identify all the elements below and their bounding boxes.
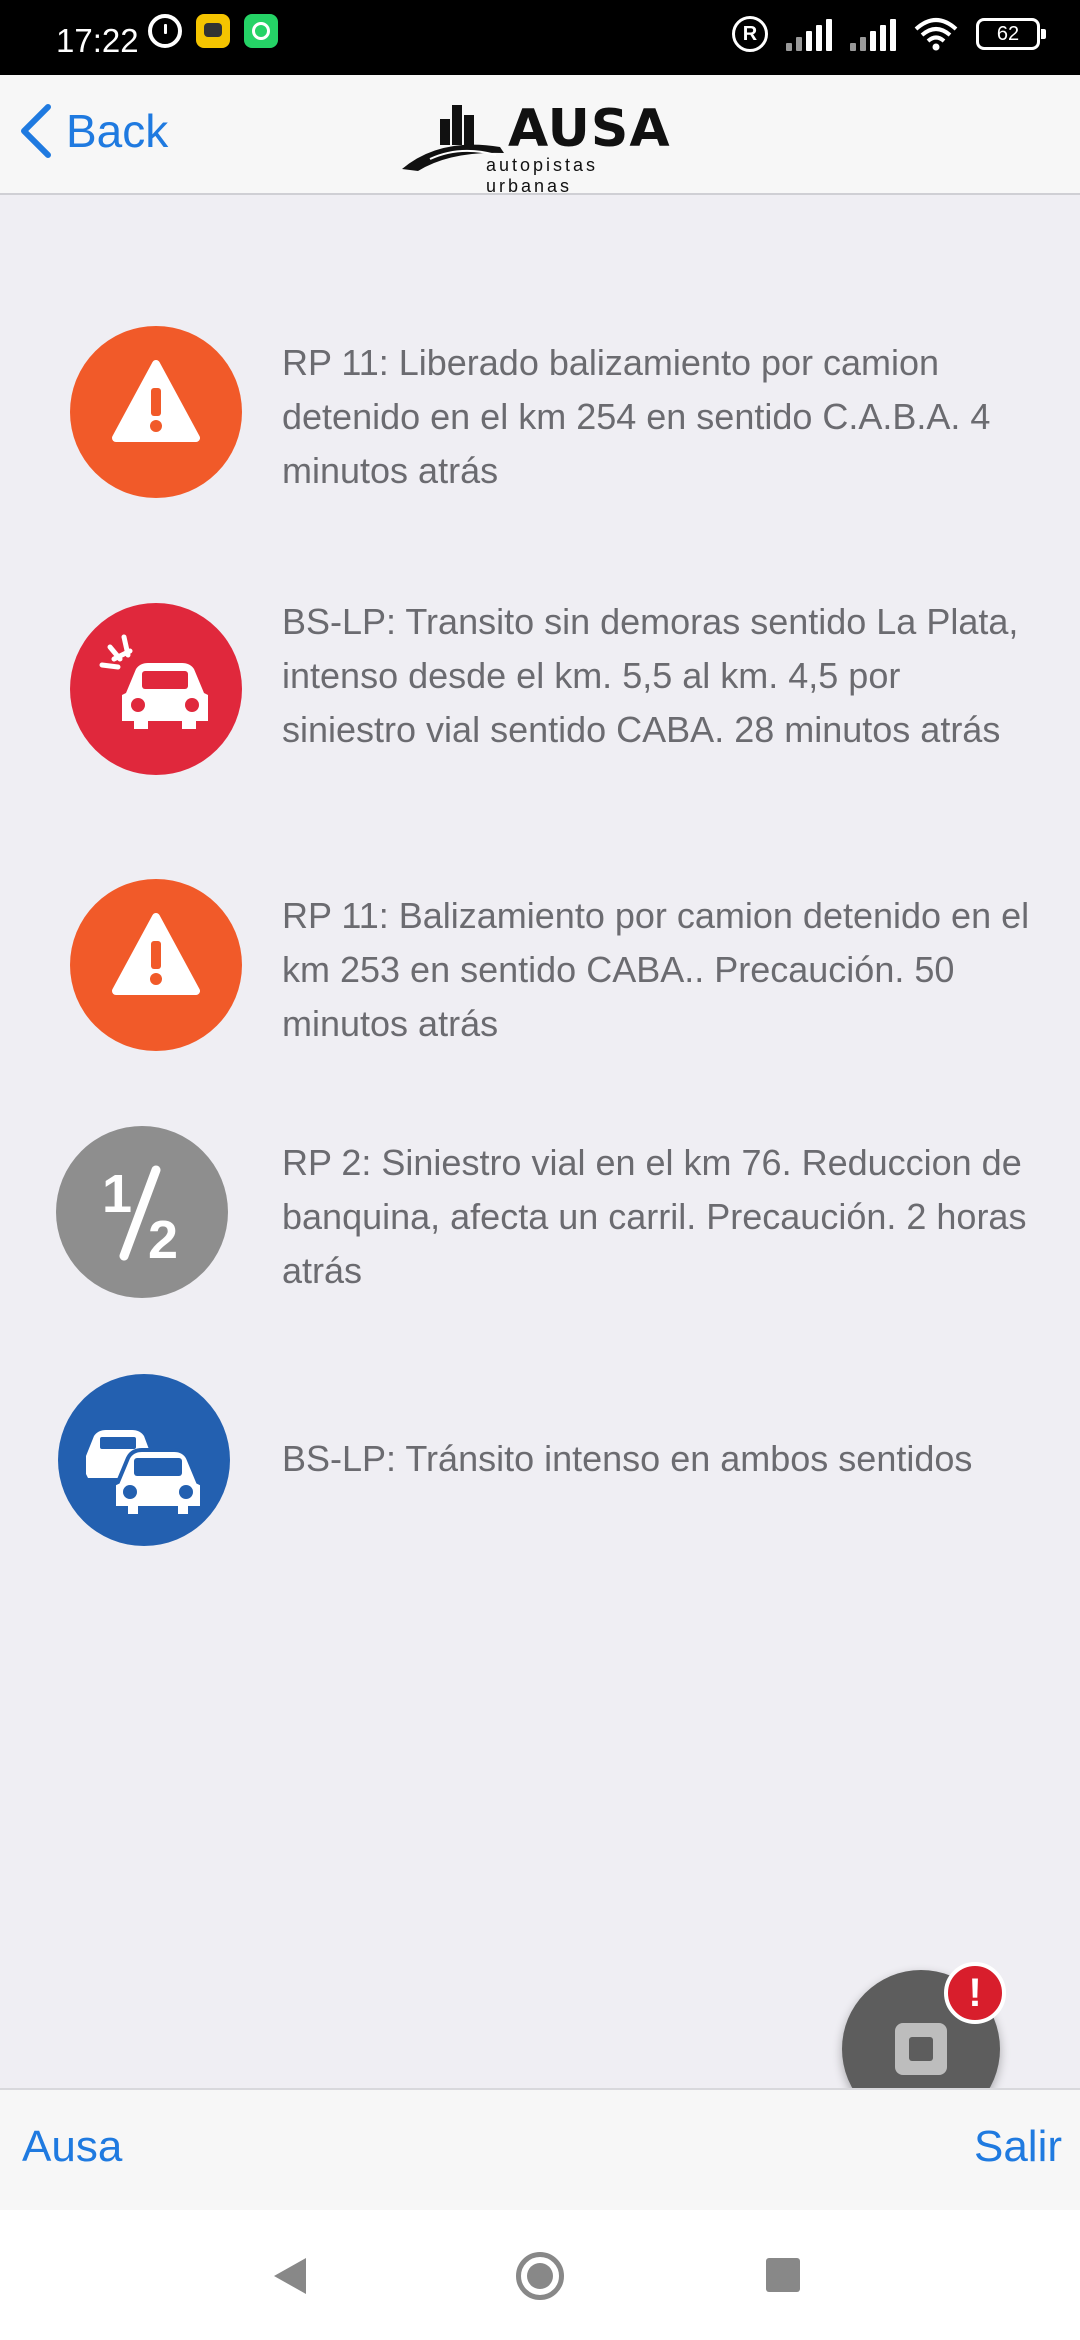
ausa-logo: AUSA autopistas urbanas	[400, 97, 690, 196]
salir-button[interactable]: Salir	[974, 2122, 1062, 2172]
system-home-icon[interactable]	[516, 2252, 564, 2300]
chevron-left-icon	[21, 104, 51, 158]
status-bar: 17:22 R 62	[0, 0, 1080, 75]
traffic-cars-icon	[58, 1374, 230, 1546]
warning-icon	[70, 326, 242, 498]
logo-title: AUSA	[508, 99, 671, 159]
signal-icon	[786, 17, 832, 51]
status-left-icons	[148, 14, 278, 48]
registered-icon: R	[732, 16, 768, 52]
back-label: Back	[66, 105, 169, 157]
car-crash-icon	[70, 603, 242, 775]
alert-text: RP 11: Balizamiento por camion detenido …	[282, 895, 1030, 1044]
warning-icon	[70, 879, 242, 1051]
alert-icon-circle	[70, 879, 242, 1051]
system-nav-bar	[0, 2210, 1080, 2340]
whatsapp-icon	[244, 14, 278, 48]
svg-text:1: 1	[102, 1164, 132, 1224]
ausa-button[interactable]: Ausa	[22, 2122, 122, 2172]
alert-badge: !	[944, 1962, 1006, 2024]
back-button[interactable]: Back	[18, 103, 168, 159]
alert-text: BS-LP: Tránsito intenso en ambos sentido…	[282, 1438, 973, 1479]
alert-text: RP 11: Liberado balizamiento por camion …	[282, 342, 991, 491]
system-back-icon[interactable]	[274, 2258, 306, 2294]
stop-icon	[895, 2023, 947, 2075]
nav-bar: Back AUSA autopistas urbanas	[0, 75, 1080, 196]
signal-icon-2	[850, 17, 896, 51]
alert-icon-circle	[58, 1374, 230, 1546]
bottom-toolbar: Ausa Salir	[0, 2088, 1080, 2210]
alert-icon-circle: 1 2	[56, 1126, 228, 1298]
half-lane-icon: 1 2	[56, 1126, 228, 1298]
system-recents-icon[interactable]	[766, 2258, 800, 2292]
status-time: 17:22	[56, 22, 139, 59]
notification-app-icon	[196, 14, 230, 48]
alert-icon-circle	[70, 603, 242, 775]
logo-subtitle: autopistas urbanas	[486, 155, 599, 196]
svg-text:2: 2	[148, 1210, 178, 1270]
battery-icon: 62	[976, 18, 1046, 50]
alert-text: RP 2: Siniestro vial en el km 76. Reducc…	[282, 1142, 1027, 1291]
alert-icon-circle	[70, 326, 242, 498]
alert-text: BS-LP: Transito sin demoras sentido La P…	[282, 601, 1019, 750]
status-right-icons: R 62	[732, 16, 1046, 52]
alarm-icon	[148, 14, 182, 48]
wifi-icon	[914, 18, 958, 51]
